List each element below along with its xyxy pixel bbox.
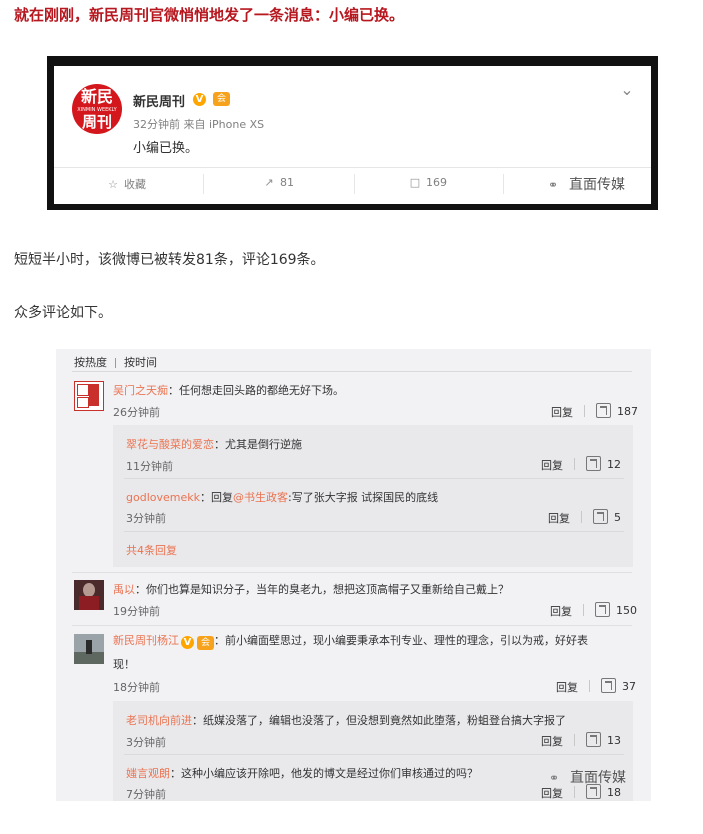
separator <box>584 405 585 417</box>
like-button[interactable]: 187 <box>596 403 638 418</box>
reply-text: 翠花与酸菜的爱恋：尤其是倒行逆施 <box>126 438 302 451</box>
repost-icon: ↗ <box>264 176 274 189</box>
comment-text: 吴门之天痴：任何想走回头路的都绝无好下场。 <box>113 384 344 397</box>
commenter-name[interactable]: 禹以 <box>113 583 135 596</box>
tab-by-time[interactable]: 按时间 <box>124 356 157 369</box>
tab-separator <box>115 358 116 368</box>
wechat-watermark: ⚭ 直面传媒 <box>549 770 626 786</box>
stats-paragraph: 短短半小时，该微博已被转发81条，评论169条。 <box>14 252 325 268</box>
reply-button[interactable]: 回复 <box>541 785 563 801</box>
repost-button[interactable]: ↗ 81 <box>262 176 294 189</box>
comment-time: 18分钟前 <box>113 681 160 694</box>
replier-name[interactable]: 翠花与酸菜的爱恋 <box>126 438 214 451</box>
tab-by-hot[interactable]: 按热度 <box>74 356 107 369</box>
logo-text-bottom: 周刊 <box>81 113 112 131</box>
vip-member-icon: 会 <box>197 636 214 650</box>
reply-divider <box>124 531 624 532</box>
replier-name[interactable]: godlovemekk <box>126 491 200 504</box>
post-author-name[interactable]: 新民周刊 <box>133 91 185 110</box>
star-icon: ☆ <box>108 178 118 191</box>
reply-button[interactable]: 回复 <box>551 404 573 420</box>
like-button[interactable]: 12 <box>586 456 621 471</box>
xinmin-weekly-logo[interactable]: 新民 XINMIN WEEKLY 周刊 <box>72 84 122 134</box>
like-button[interactable]: 13 <box>586 732 621 747</box>
separator <box>574 734 575 746</box>
comment-button[interactable]: □ 169 <box>408 176 447 189</box>
tabs-underline <box>72 371 632 372</box>
like-button[interactable]: 37 <box>601 678 636 693</box>
comment-divider <box>72 572 632 573</box>
comment-text: 新民周刊杨江 V 会：前小编面壁思过，现小编要秉承本刊专业、理性的理念，引以为戒，好… <box>113 634 588 650</box>
reply-time: 3分钟前 <box>126 512 166 525</box>
favorite-button[interactable]: ☆ 收藏 <box>106 176 146 192</box>
avatar[interactable] <box>74 580 104 610</box>
reply-text: 媸言观朗：这种小编应该开除吧，他发的博文是经过你们审核通过的吗？ <box>126 767 478 780</box>
post-content: 小编已换。 <box>133 141 199 156</box>
comment-text: 禹以：你们也算是知识分子，当年的臭老九，想把这顶高帽子又重新给自己戴上？ <box>113 583 509 596</box>
verified-icon: V <box>193 93 206 106</box>
reply-time: 7分钟前 <box>126 788 166 801</box>
thumb-up-icon <box>596 403 611 418</box>
like-button[interactable]: 5 <box>593 509 621 524</box>
thumb-up-icon <box>586 456 601 471</box>
post-action-divider <box>54 167 651 168</box>
comment-text-continued: 现！ <box>113 658 135 671</box>
comment-time: 26分钟前 <box>113 406 160 419</box>
replier-name[interactable]: 老司机向前进 <box>126 714 192 727</box>
thumb-up-icon <box>595 602 610 617</box>
reply-divider <box>124 478 624 479</box>
action-separator <box>503 174 504 194</box>
separator <box>574 786 575 798</box>
reply-time: 3分钟前 <box>126 736 166 749</box>
comment-icon: □ <box>409 176 421 189</box>
thumb-up-icon <box>601 678 616 693</box>
thumb-up-icon <box>593 509 608 524</box>
reply-text: godlovemekk：回复@书生政客:写了张大字报 试探国民的底线 <box>126 491 439 504</box>
comment-divider <box>72 625 632 626</box>
reply-button[interactable]: 回复 <box>541 733 563 749</box>
separator <box>583 604 584 616</box>
like-button[interactable]: 150 <box>595 602 637 617</box>
thumb-up-icon <box>586 732 601 747</box>
action-separator <box>203 174 204 194</box>
vip-member-icon: 会 <box>213 92 230 106</box>
separator <box>574 458 575 470</box>
commenter-name[interactable]: 新民周刊杨江 <box>113 634 179 647</box>
avatar[interactable] <box>74 634 104 664</box>
wechat-icon: ⚭ <box>548 178 559 192</box>
reply-text: 老司机向前进：纸媒没落了，编辑也没落了，但没想到竟然如此堕落，粉蛆登台搞大字报了 <box>126 714 566 727</box>
comment-sort-tabs: 按热度 按时间 <box>74 354 157 370</box>
separator <box>589 680 590 692</box>
post-meta: 32分钟前 来自 iPhone XS <box>133 118 265 131</box>
view-more-replies-link[interactable]: 共4条回复 <box>126 542 177 558</box>
chevron-down-icon[interactable]: ⌄ <box>618 82 636 98</box>
commenter-name[interactable]: 吴门之天痴 <box>113 384 168 397</box>
replier-name[interactable]: 媸言观朗 <box>126 767 170 780</box>
reply-button[interactable]: 回复 <box>548 510 570 526</box>
reply-divider <box>124 754 624 755</box>
wechat-watermark: ⚭ 直面传媒 <box>548 177 625 193</box>
logo-text-top: 新民 <box>80 87 113 106</box>
comments-intro: 众多评论如下。 <box>14 305 112 321</box>
reply-button[interactable]: 回复 <box>556 679 578 695</box>
verified-icon: V <box>181 636 194 649</box>
wechat-icon: ⚭ <box>549 771 560 785</box>
action-separator <box>354 174 355 194</box>
comment-time: 19分钟前 <box>113 605 160 618</box>
reply-time: 11分钟前 <box>126 460 173 473</box>
article-headline: 就在刚刚，新民周刊官微悄悄地发了一条消息：小编已换。 <box>14 6 405 24</box>
reply-button[interactable]: 回复 <box>541 457 563 473</box>
separator <box>581 511 582 523</box>
avatar[interactable] <box>74 381 104 411</box>
reply-button[interactable]: 回复 <box>550 603 572 619</box>
mention-link[interactable]: @书生政客 <box>233 491 288 504</box>
